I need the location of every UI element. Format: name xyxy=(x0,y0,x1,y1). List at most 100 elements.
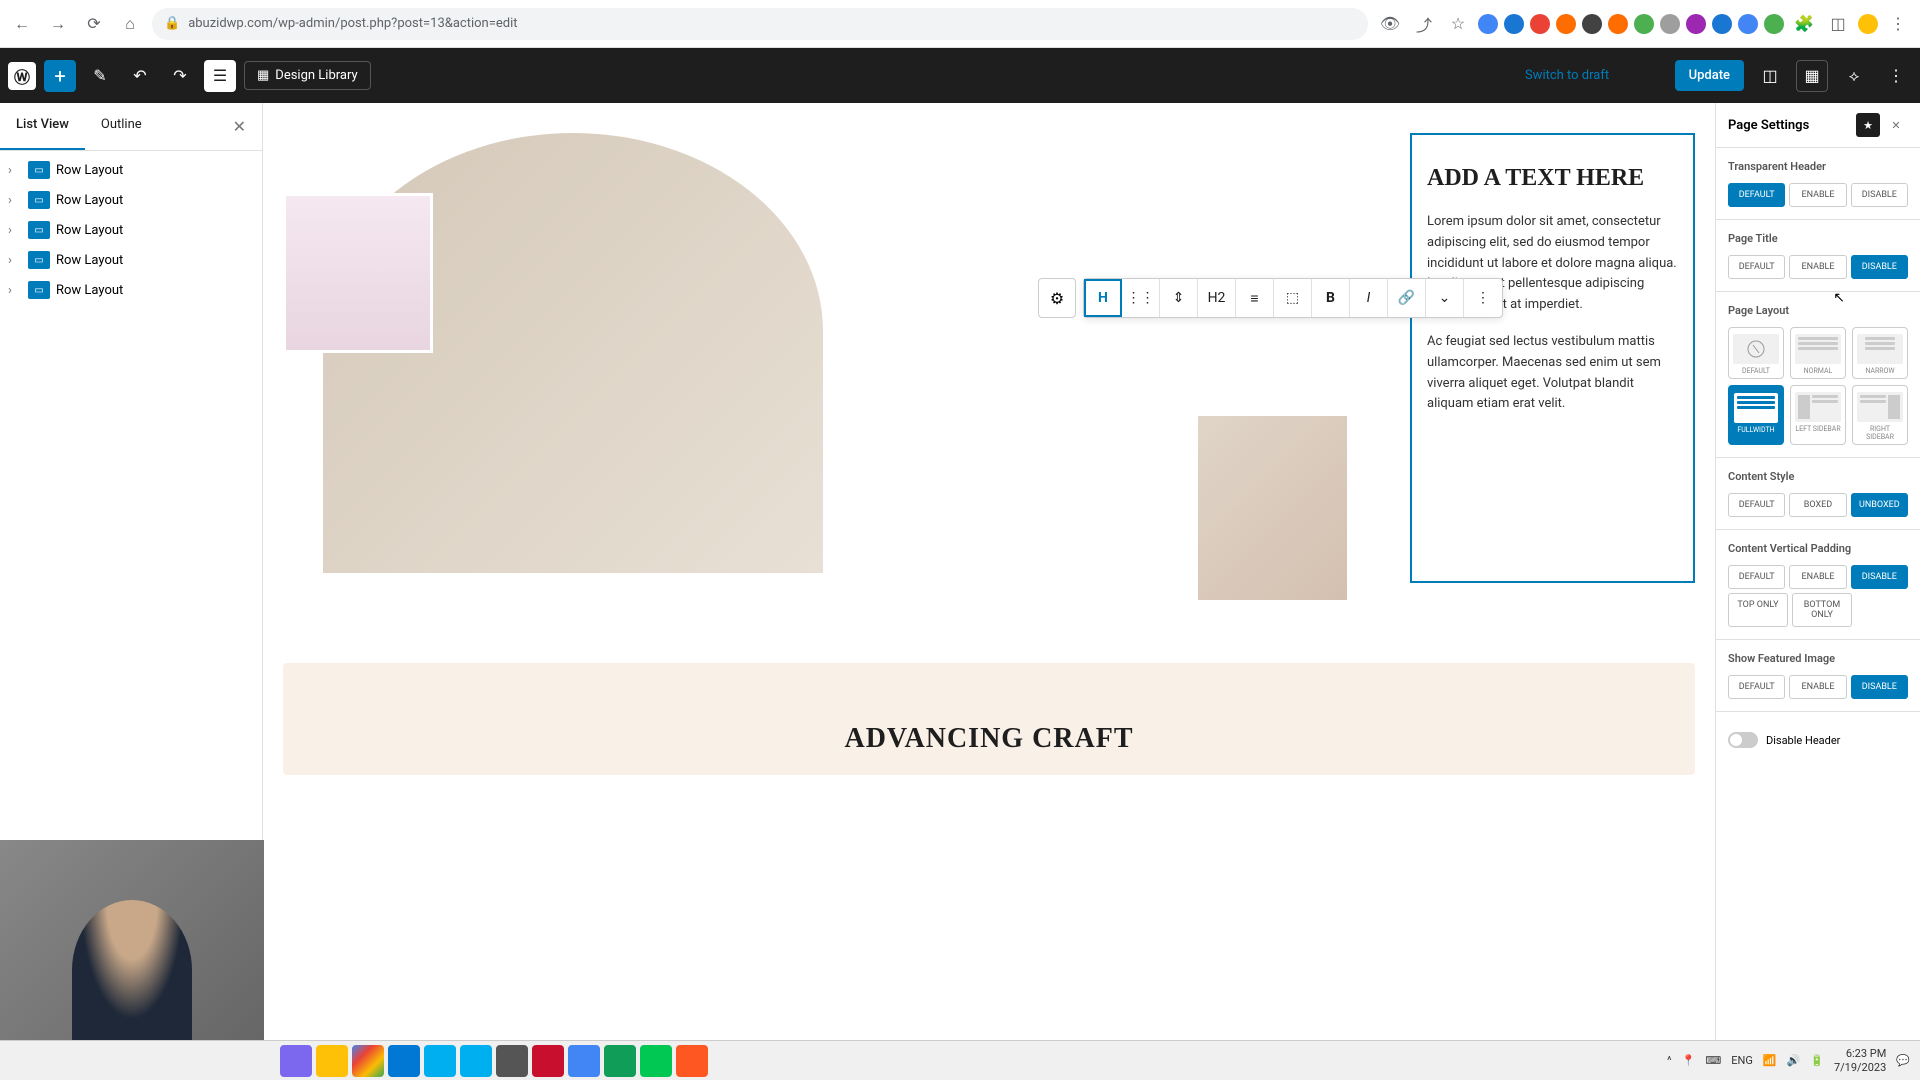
image-collage[interactable] xyxy=(283,133,1390,583)
extensions-icon[interactable]: 🧩 xyxy=(1790,10,1818,38)
bold-button[interactable]: B xyxy=(1312,279,1350,317)
ext-icon[interactable] xyxy=(1712,14,1732,34)
transparent-header-disable[interactable]: DISABLE xyxy=(1851,183,1908,207)
tray-volume-icon[interactable]: 🔊 xyxy=(1787,1054,1801,1067)
heading-block-icon[interactable]: H xyxy=(1084,279,1122,317)
disable-header-toggle[interactable] xyxy=(1728,732,1758,748)
layout-narrow[interactable]: NARROW xyxy=(1852,327,1908,379)
ext-icon[interactable] xyxy=(1556,14,1576,34)
settings-panel-icon[interactable]: ▦ xyxy=(1796,60,1828,92)
ext-icon[interactable] xyxy=(1582,14,1602,34)
edit-tool-icon[interactable]: ✎ xyxy=(84,60,116,92)
block-heading[interactable]: ADD A TEXT HERE xyxy=(1427,165,1678,192)
close-panel-button[interactable]: ✕ xyxy=(1884,113,1908,137)
block-settings-icon[interactable]: ⚙ xyxy=(1038,278,1076,318)
tray-battery-icon[interactable]: 🔋 xyxy=(1810,1054,1824,1067)
padding-top-only[interactable]: TOP ONLY xyxy=(1728,593,1788,627)
tray-keyboard-icon[interactable]: ⌨ xyxy=(1705,1054,1721,1067)
taskbar-app[interactable] xyxy=(280,1045,312,1077)
eye-off-icon[interactable]: 👁 xyxy=(1376,10,1404,38)
taskbar-app[interactable] xyxy=(532,1045,564,1077)
featured-enable[interactable]: ENABLE xyxy=(1789,675,1846,699)
redo-button[interactable]: ↷ xyxy=(164,60,196,92)
layout-fullwidth[interactable]: FULLWIDTH xyxy=(1728,385,1784,445)
transparent-header-default[interactable]: DEFAULT xyxy=(1728,183,1785,207)
star-icon[interactable]: ★ xyxy=(1856,113,1880,137)
tray-lang[interactable]: ENG xyxy=(1731,1054,1753,1067)
layout-normal[interactable]: NORMAL xyxy=(1790,327,1846,379)
list-item[interactable]: › ▭ Row Layout xyxy=(0,245,262,275)
section-heading[interactable]: ADVANCING CRAFT xyxy=(303,723,1675,755)
notification-icon[interactable]: 💬 xyxy=(1896,1054,1910,1067)
menu-icon[interactable]: ⋮ xyxy=(1884,10,1912,38)
tab-outline[interactable]: Outline xyxy=(85,103,158,150)
list-item[interactable]: › ▭ Row Layout xyxy=(0,215,262,245)
taskbar-app[interactable] xyxy=(676,1045,708,1077)
profile-icon[interactable] xyxy=(1858,14,1878,34)
content-style-default[interactable]: DEFAULT xyxy=(1728,493,1785,517)
taskbar-app[interactable] xyxy=(568,1045,600,1077)
align-text-icon[interactable]: ≡ xyxy=(1236,279,1274,317)
reload-button[interactable]: ⟳ xyxy=(80,10,108,38)
list-item[interactable]: › ▭ Row Layout xyxy=(0,185,262,215)
options-menu-icon[interactable]: ⋮ xyxy=(1880,60,1912,92)
wp-logo-icon[interactable]: Ⓦ xyxy=(8,62,36,90)
move-up-down-icon[interactable]: ⇕ xyxy=(1160,279,1198,317)
layout-left-sidebar[interactable]: LEFT SIDEBAR xyxy=(1790,385,1846,445)
close-sidebar-button[interactable]: ✕ xyxy=(217,103,262,150)
link-button[interactable]: 🔗 xyxy=(1388,279,1426,317)
url-bar[interactable]: 🔒 abuzidwp.com/wp-admin/post.php?post=13… xyxy=(152,8,1368,40)
taskbar-app[interactable] xyxy=(424,1045,456,1077)
back-button[interactable]: ← xyxy=(8,10,36,38)
ext-icon[interactable] xyxy=(1608,14,1628,34)
tray-wifi-icon[interactable]: 📶 xyxy=(1763,1054,1777,1067)
sidebar-toggle-icon[interactable]: ◫ xyxy=(1754,60,1786,92)
ext-icon[interactable] xyxy=(1738,14,1758,34)
italic-button[interactable]: I xyxy=(1350,279,1388,317)
padding-bottom-only[interactable]: BOTTOM ONLY xyxy=(1792,593,1852,627)
drag-handle-icon[interactable]: ⋮⋮ xyxy=(1122,279,1160,317)
tray-location-icon[interactable]: 📍 xyxy=(1682,1054,1696,1067)
preview-button[interactable]: Preview xyxy=(1619,68,1664,83)
block-paragraph[interactable]: Ac feugiat sed lectus vestibulum mattis … xyxy=(1427,332,1678,415)
page-title-enable[interactable]: ENABLE xyxy=(1789,255,1846,279)
editor-canvas[interactable]: ADD A TEXT HERE Lorem ipsum dolor sit am… xyxy=(263,103,1715,1040)
undo-button[interactable]: ↶ xyxy=(124,60,156,92)
list-item[interactable]: › ▭ Row Layout xyxy=(0,155,262,185)
home-button[interactable]: ⌂ xyxy=(116,10,144,38)
star-icon[interactable]: ☆ xyxy=(1444,10,1472,38)
selected-text-block[interactable]: ADD A TEXT HERE Lorem ipsum dolor sit am… xyxy=(1410,133,1695,583)
design-library-button[interactable]: ▦ Design Library xyxy=(244,61,371,90)
ext-icon[interactable] xyxy=(1478,14,1498,34)
taskbar-app[interactable] xyxy=(316,1045,348,1077)
switch-to-draft-link[interactable]: Switch to draft xyxy=(1525,68,1609,83)
taskbar-clock[interactable]: 6:23 PM 7/19/2023 xyxy=(1834,1047,1886,1073)
content-style-unboxed[interactable]: UNBOXED xyxy=(1851,493,1908,517)
page-title-disable[interactable]: DISABLE xyxy=(1851,255,1908,279)
kadence-icon[interactable]: ⟡ xyxy=(1838,60,1870,92)
ext-icon[interactable] xyxy=(1686,14,1706,34)
taskbar-app[interactable] xyxy=(460,1045,492,1077)
taskbar-app[interactable] xyxy=(388,1045,420,1077)
ext-icon[interactable] xyxy=(1660,14,1680,34)
list-item[interactable]: › ▭ Row Layout xyxy=(0,275,262,305)
taskbar-app[interactable] xyxy=(352,1045,384,1077)
ext-icon[interactable] xyxy=(1764,14,1784,34)
sidepanel-icon[interactable]: ◫ xyxy=(1824,10,1852,38)
tab-list-view[interactable]: List View xyxy=(0,103,85,150)
more-rich-text-icon[interactable]: ⌄ xyxy=(1426,279,1464,317)
content-style-boxed[interactable]: BOXED xyxy=(1789,493,1846,517)
padding-enable[interactable]: ENABLE xyxy=(1789,565,1846,589)
layout-default[interactable]: DEFAULT xyxy=(1728,327,1784,379)
taskbar-app[interactable] xyxy=(496,1045,528,1077)
taskbar-app[interactable] xyxy=(640,1045,672,1077)
ext-icon[interactable] xyxy=(1504,14,1524,34)
section-advancing-craft[interactable]: ADVANCING CRAFT xyxy=(283,663,1695,775)
update-button[interactable]: Update xyxy=(1675,60,1744,91)
transparent-header-enable[interactable]: ENABLE xyxy=(1789,183,1846,207)
featured-disable[interactable]: DISABLE xyxy=(1851,675,1908,699)
padding-disable[interactable]: DISABLE xyxy=(1851,565,1908,589)
heading-level-button[interactable]: H2 xyxy=(1198,279,1236,317)
layout-right-sidebar[interactable]: RIGHT SIDEBAR xyxy=(1852,385,1908,445)
ext-icon[interactable] xyxy=(1530,14,1550,34)
